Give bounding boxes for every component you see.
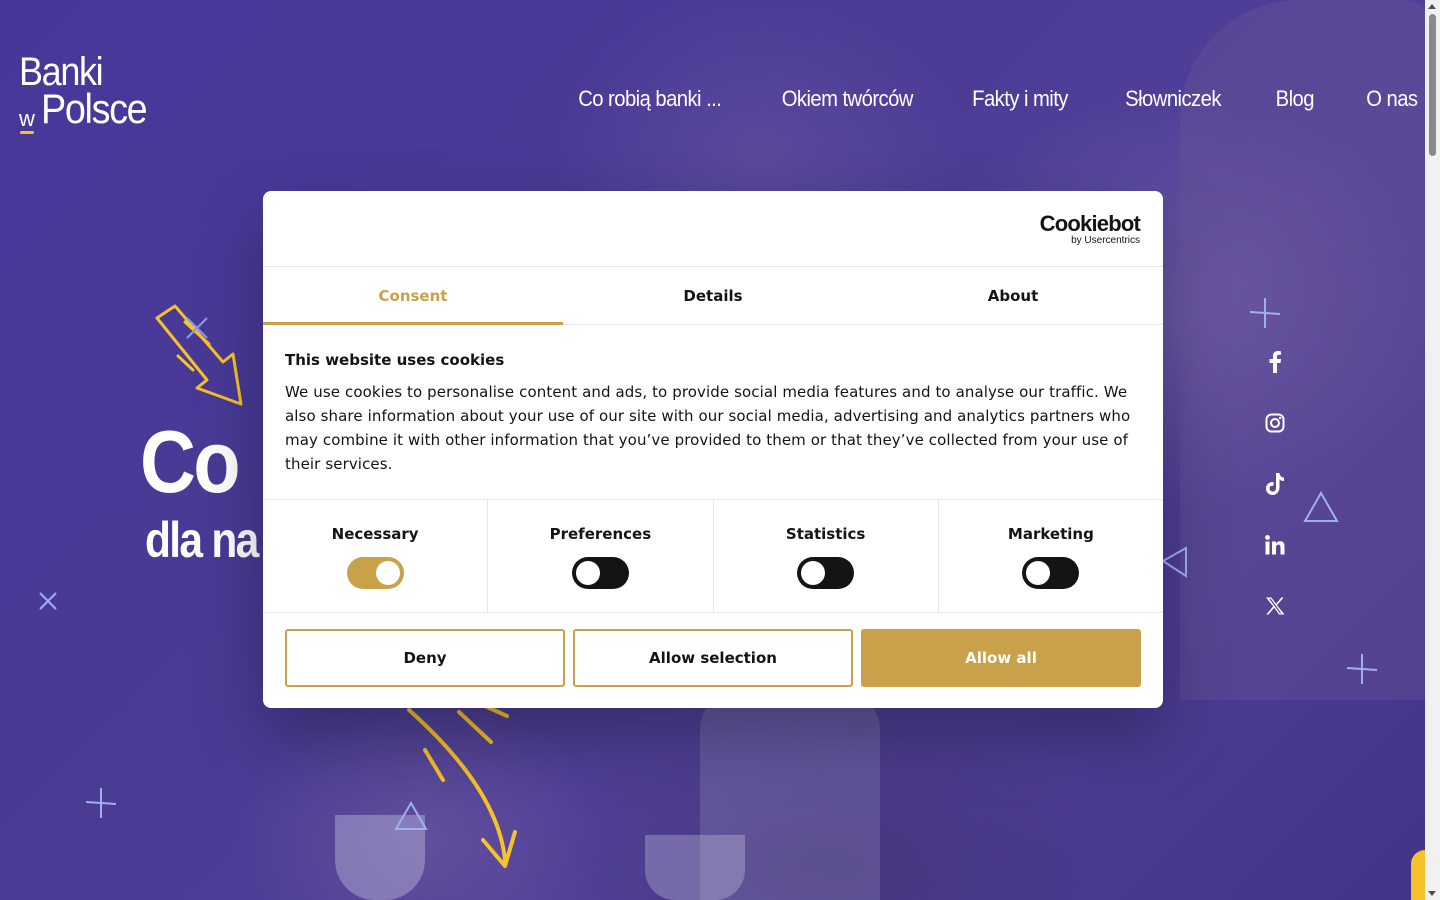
arrow-doodle	[155, 304, 243, 406]
dialog-tabs: Consent Details About	[263, 267, 1163, 325]
category-label: Marketing	[1007, 525, 1094, 543]
toggle-knob	[801, 561, 826, 585]
allow-all-button[interactable]: Allow all	[861, 629, 1141, 687]
nav-item-fakty-i-mity[interactable]: Fakty i mity	[972, 86, 1068, 112]
main-nav: Co robią banki ... Okiem twórców Fakty i…	[523, 86, 1421, 112]
category-label: Preferences	[549, 525, 652, 543]
tab-about[interactable]: About	[863, 267, 1163, 324]
nav-item-okiem-tworcow[interactable]: Okiem twórców	[782, 86, 914, 112]
nav-item-blog[interactable]: Blog	[1275, 86, 1314, 112]
linkedin-icon[interactable]	[1258, 528, 1292, 562]
toggle-knob	[1026, 561, 1051, 585]
category-label: Statistics	[785, 525, 866, 543]
nav-item-co-robia-banki[interactable]: Co robią banki ...	[578, 86, 722, 112]
plus-doodle	[85, 788, 117, 818]
triangle-doodle	[1161, 546, 1187, 578]
toggle-knob	[575, 561, 600, 585]
dialog-body: This website uses cookies We use cookies…	[263, 325, 1163, 500]
scrollbar-thumb[interactable]	[1429, 14, 1436, 156]
hero-title: Co	[140, 412, 241, 511]
category-label: Necessary	[331, 525, 419, 543]
necessary-toggle[interactable]	[346, 557, 404, 589]
page-scrollbar[interactable]	[1425, 0, 1440, 900]
triangle-doodle	[1303, 490, 1339, 522]
cookiebot-logo[interactable]: Cookiebot by Usercentrics	[1039, 211, 1141, 246]
category-necessary: Necessary	[263, 500, 489, 612]
facebook-icon[interactable]	[1258, 345, 1292, 379]
cookie-categories: Necessary Preferences Statistics Marketi…	[263, 500, 1163, 613]
decorative-yellow-shape	[1411, 850, 1425, 900]
toggle-knob	[375, 561, 400, 585]
dialog-buttons: Deny Allow selection Allow all	[263, 613, 1163, 703]
statistics-toggle[interactable]	[797, 557, 855, 589]
tiktok-icon[interactable]	[1258, 467, 1292, 501]
dialog-description: We use cookies to personalise content an…	[285, 383, 1131, 473]
preferences-toggle[interactable]	[571, 557, 629, 589]
hero-subtitle: dla na	[145, 512, 259, 568]
background-scene	[645, 835, 745, 900]
logo-small: w	[19, 106, 35, 134]
x-icon[interactable]	[1258, 589, 1292, 623]
curved-arrow-doodle	[407, 704, 517, 868]
category-preferences: Preferences	[488, 500, 714, 612]
social-links	[1258, 345, 1292, 650]
site-logo[interactable]: Banki w Polsce	[19, 52, 158, 134]
tab-consent[interactable]: Consent	[263, 267, 563, 325]
marketing-toggle[interactable]	[1022, 557, 1080, 589]
plus-doodle	[1346, 654, 1378, 684]
dialog-heading: This website uses cookies	[285, 351, 505, 369]
plus-doodle	[1249, 298, 1281, 328]
cookiebot-logo-text: Cookiebot	[1039, 211, 1141, 236]
cross-doodle	[39, 592, 57, 610]
deny-button[interactable]: Deny	[285, 629, 565, 687]
allow-selection-button[interactable]: Allow selection	[573, 629, 853, 687]
category-marketing: Marketing	[939, 500, 1163, 612]
nav-item-o-nas[interactable]: O nas	[1367, 86, 1419, 112]
scroll-up-icon[interactable]	[1428, 4, 1436, 9]
cookiebot-logo-sub: by Usercentrics	[1071, 235, 1140, 246]
logo-line2: Polsce	[40, 85, 148, 132]
triangle-doodle	[394, 800, 428, 830]
category-statistics: Statistics	[714, 500, 939, 612]
scroll-down-icon[interactable]	[1428, 891, 1436, 896]
nav-item-slowniczek[interactable]: Słowniczek	[1125, 86, 1221, 112]
instagram-icon[interactable]	[1258, 406, 1292, 440]
dialog-header: Cookiebot by Usercentrics	[263, 191, 1163, 267]
tab-details[interactable]: Details	[563, 267, 863, 324]
cookie-consent-dialog: Cookiebot by Usercentrics Consent Detail…	[263, 191, 1163, 708]
